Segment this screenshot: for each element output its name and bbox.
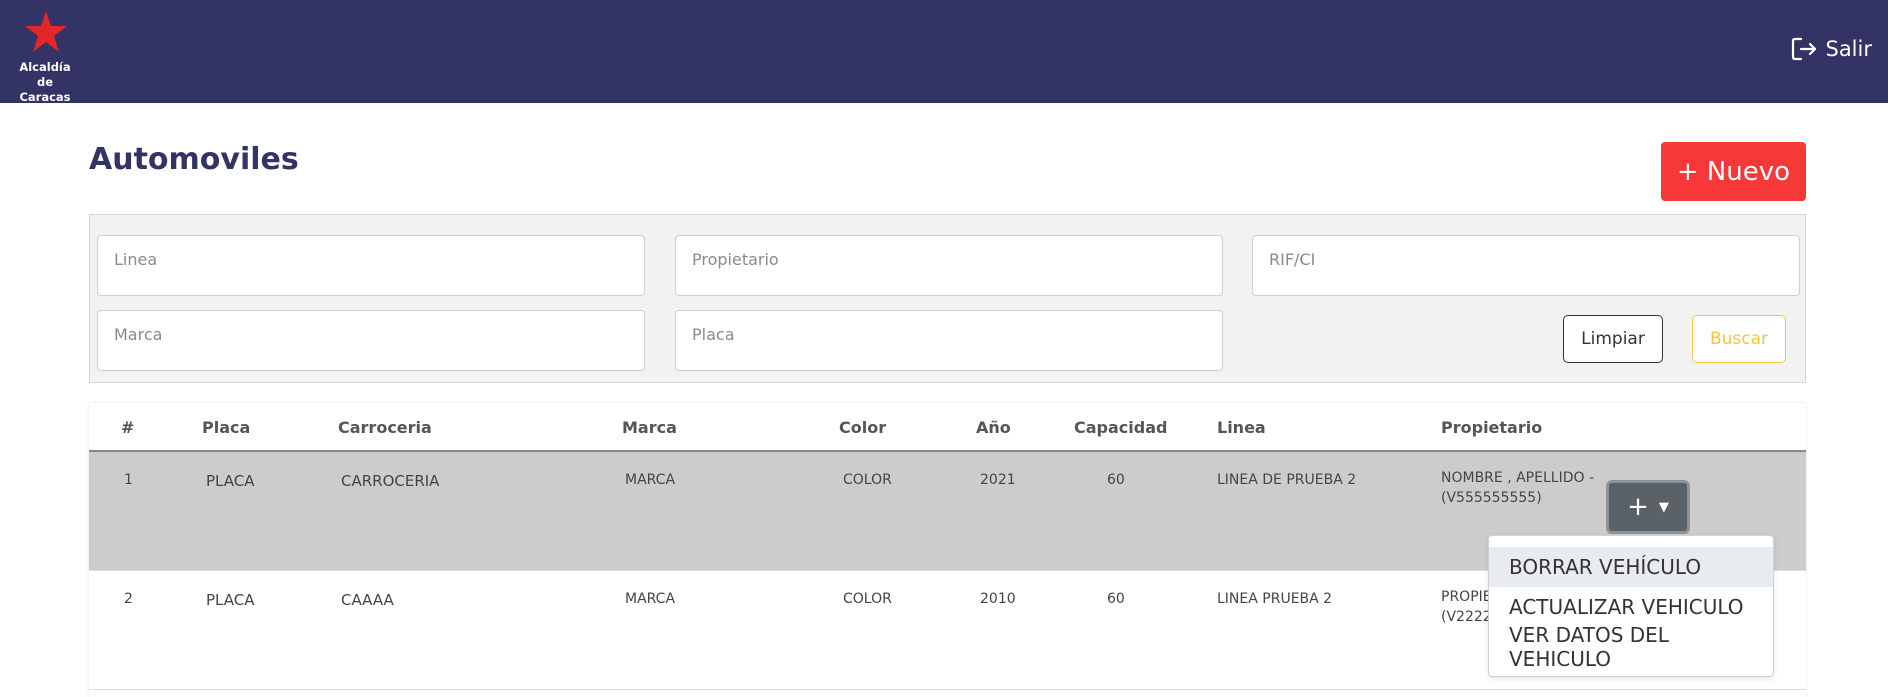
header-marca: Marca: [622, 418, 677, 437]
header-capacidad: Capacidad: [1074, 418, 1168, 437]
cell-num: 1: [124, 472, 133, 488]
header-propietario: Propietario: [1441, 418, 1543, 437]
cell-color: COLOR: [843, 472, 892, 488]
cell-carroceria: CARROCERIA: [341, 472, 440, 490]
cell-anio: 2021: [980, 472, 1016, 488]
cell-num: 2: [124, 591, 133, 607]
logout-icon: [1792, 37, 1817, 61]
plus-icon: +: [1627, 492, 1649, 522]
cell-capacidad: 60: [1107, 472, 1125, 488]
star-icon: [25, 11, 67, 52]
page-title: Automoviles: [89, 142, 299, 177]
header-linea: Linea: [1217, 418, 1266, 437]
search-button[interactable]: Buscar: [1692, 315, 1786, 363]
menu-item-delete-vehicle[interactable]: BORRAR VEHÍCULO: [1489, 547, 1773, 587]
cell-propietario: NOMBRE , APELLIDO - (V555555555): [1441, 470, 1594, 506]
table-header: # Placa Carroceria Marca Color Año Capac…: [89, 403, 1806, 452]
logo-line-1: Alcaldía: [19, 60, 71, 74]
marca-input[interactable]: Marca: [97, 310, 645, 371]
new-button-label: Nuevo: [1706, 156, 1790, 187]
cell-capacidad: 60: [1107, 591, 1125, 607]
header-anio: Año: [976, 418, 1011, 437]
plus-icon: +: [1676, 156, 1699, 187]
placa-input[interactable]: Placa: [675, 310, 1223, 371]
header-color: Color: [839, 418, 887, 437]
row-actions-button[interactable]: + ▼: [1606, 480, 1690, 534]
rif-ci-input[interactable]: RIF/CI: [1252, 235, 1800, 296]
new-vehicle-button[interactable]: + Nuevo: [1661, 142, 1806, 201]
menu-item-update-vehicle[interactable]: ACTUALIZAR VEHICULO: [1489, 587, 1773, 627]
logout-button[interactable]: Salir: [1791, 36, 1872, 62]
cell-placa: PLACA: [206, 472, 255, 490]
cell-placa: PLACA: [206, 591, 255, 609]
row-actions-menu: BORRAR VEHÍCULO ACTUALIZAR VEHICULO VER …: [1488, 535, 1774, 677]
cell-color: COLOR: [843, 591, 892, 607]
alcaldia-logo[interactable]: Alcaldía de Caracas: [10, 10, 80, 104]
top-navbar: Alcaldía de Caracas Salir: [0, 0, 1888, 104]
menu-item-view-vehicle[interactable]: VER DATOS DEL VEHICULO: [1489, 623, 1773, 671]
cell-linea: LINEA DE PRUEBA 2: [1217, 472, 1357, 488]
filters-panel: Linea Propietario RIF/CI Marca Placa Lim…: [89, 214, 1806, 383]
clear-button[interactable]: Limpiar: [1563, 315, 1663, 363]
logo-line-2: de Caracas: [19, 75, 71, 104]
propietario-input[interactable]: Propietario: [675, 235, 1223, 296]
header-num: #: [121, 418, 135, 437]
cell-marca: MARCA: [625, 472, 676, 488]
header-carroceria: Carroceria: [338, 418, 432, 437]
cell-marca: MARCA: [625, 591, 676, 607]
cell-carroceria: CAAAA: [341, 591, 394, 609]
linea-input[interactable]: Linea: [97, 235, 645, 296]
logout-label: Salir: [1825, 37, 1872, 61]
cell-anio: 2010: [980, 591, 1016, 607]
chevron-down-icon: ▼: [1658, 499, 1669, 515]
logo-text: Alcaldía de Caracas: [10, 60, 80, 105]
header-placa: Placa: [202, 418, 251, 437]
cell-linea: LINEA PRUEBA 2: [1217, 591, 1333, 607]
